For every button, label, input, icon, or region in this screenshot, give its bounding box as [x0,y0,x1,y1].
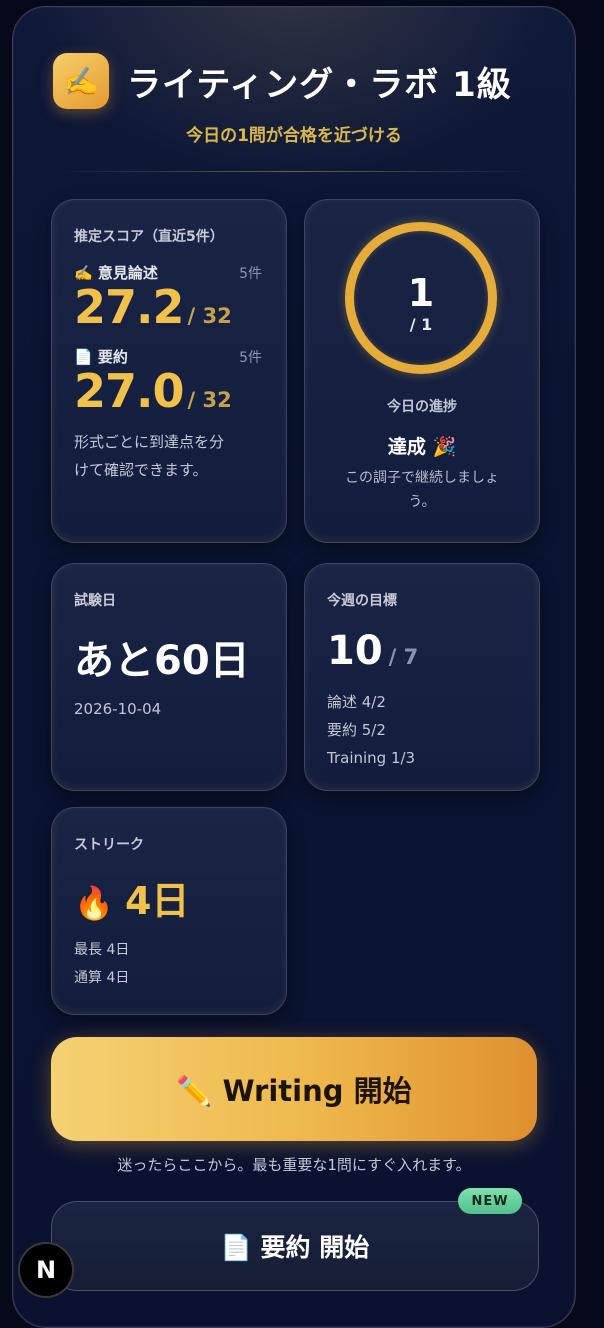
opinion-count: 5件 [239,266,262,282]
writing-start-button[interactable]: ✏️ Writing 開始 [51,1037,537,1141]
streak-days: 4日 [124,879,190,923]
streak-total: 通算 4日 [74,970,130,986]
header-divider [53,171,535,172]
opinion-score: 27.2/ 32 [74,280,232,334]
app-shell: ✍️ ライティング・ラボ 1級 今日の1問が合格を近づける 推定スコア（直近5件… [12,6,576,1328]
progress-total: / 1 [409,315,433,334]
goal-target: / 7 [388,645,419,669]
streak-card-label: ストリーク [74,837,144,853]
exam-date: 2026-10-04 [74,700,162,718]
weekly-goal-card: 今週の目標 10/ 7 論述 4/2 要約 5/2 Training 1/3 [304,563,540,791]
new-badge: NEW [458,1188,522,1214]
score-card-label: 推定スコア（直近5件） [74,229,224,245]
score-note-line1: 形式ごとに到達点を分 [74,433,225,451]
header: ✍️ ライティング・ラボ 1級 [13,51,575,111]
summary-score-value: 27.0 [74,364,184,418]
goal-card-label: 今週の目標 [327,593,397,609]
fire-icon: 🔥 [74,884,114,922]
goal-current: 10 [327,628,383,674]
progress-message: この調子で継続しましょ う。 [305,466,539,514]
exam-card: 試験日 あと60日 2026-10-04 [51,563,287,791]
goal-breakdown: 論述 4/2 要約 5/2 Training 1/3 [327,688,415,772]
score-note: 形式ごとに到達点を分 けて確認できます。 [74,428,224,484]
goal-line-opinion: 論述 4/2 [327,693,386,711]
streak-longest: 最長 4日 [74,942,130,958]
summary-score: 27.0/ 32 [74,364,232,418]
goal-line-training: Training 1/3 [327,749,416,767]
score-card: 推定スコア（直近5件） ✍️ 意見論述 5件 27.2/ 32 📄 要約 5件 … [51,199,287,543]
goal-line-summary: 要約 5/2 [327,721,386,739]
progress-card: 1 / 1 今日の進捗 達成 🎉 この調子で継続しましょ う。 [304,199,540,543]
streak-card: ストリーク 🔥 4日 最長 4日 通算 4日 [51,807,287,1015]
progress-done: 1 [407,271,435,315]
writing-hint: 迷ったらここから。最も重要な1問にすぐ入れます。 [117,1156,471,1174]
exam-card-label: 試験日 [74,593,116,609]
summary-score-max: / 32 [187,388,232,412]
opinion-score-max: / 32 [187,304,232,328]
writing-hand-icon: ✍️ [53,53,109,109]
progress-label: 今日の進捗 [387,399,457,415]
exam-countdown: あと60日 [74,638,250,684]
goal-value: 10/ 7 [327,628,418,674]
summary-start-button[interactable]: 📄 要約 開始 [51,1201,539,1291]
opinion-score-value: 27.2 [74,280,184,334]
progress-message-line1: この調子で継続しましょ [345,470,499,486]
page-subtitle: 今日の1問が合格を近づける [186,126,402,146]
streak-stats: 最長 4日 通算 4日 [74,936,129,992]
summary-count: 5件 [239,350,262,366]
page-title: ライティング・ラボ 1級 [127,65,512,105]
streak-value: 🔥 4日 [74,870,189,925]
score-note-line2: けて確認できます。 [74,461,208,479]
progress-ring: 1 / 1 [345,222,497,374]
progress-status: 達成 🎉 [387,436,457,458]
progress-message-line2: う。 [408,494,436,510]
dev-tools-n-icon[interactable]: N [18,1242,74,1298]
